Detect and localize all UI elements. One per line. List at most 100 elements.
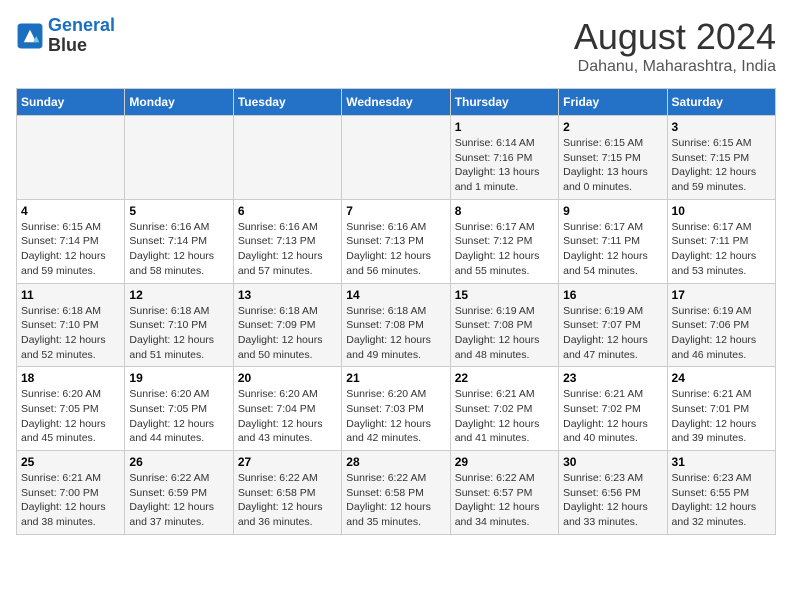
day-header-saturday: Saturday [667,89,775,116]
calendar-cell: 7Sunrise: 6:16 AM Sunset: 7:13 PM Daylig… [342,199,450,283]
day-info: Sunrise: 6:20 AM Sunset: 7:05 PM Dayligh… [129,387,228,446]
day-number: 31 [672,455,771,469]
day-number: 13 [238,288,337,302]
title-block: August 2024 Dahanu, Maharashtra, India [574,16,776,76]
calendar-cell: 21 Sunrise: 6:20 AM Sunset: 7:03 PM Dayli… [342,367,450,451]
calendar-cell: 5 Sunrise: 6:16 AM Sunset: 7:14 PM Daylig… [125,199,233,283]
day-number: 9 [563,204,662,218]
calendar-week-row: 1 Sunrise: 6:14 AM Sunset: 7:16 PM Daylig… [17,116,776,200]
calendar-cell: 23 Sunrise: 6:21 AM Sunset: 7:02 PM Dayli… [559,367,667,451]
day-number: 6 [238,204,337,218]
day-info: Sunrise: 6:17 AM Sunset: 7:12 PM Dayligh… [455,220,554,279]
day-number: 27 [238,455,337,469]
day-number: 29 [455,455,554,469]
calendar-cell: 18Sunrise: 6:20 AM Sunset: 7:05 PM Dayli… [17,367,125,451]
calendar-cell: 19 Sunrise: 6:20 AM Sunset: 7:05 PM Dayli… [125,367,233,451]
day-info: Sunrise: 6:22 AM Sunset: 6:59 PM Dayligh… [129,471,228,530]
logo-line1: General [48,15,115,35]
day-info: Sunrise: 6:16 AM Sunset: 7:13 PM Dayligh… [238,220,337,279]
day-number: 7 [346,204,445,218]
day-number: 23 [563,371,662,385]
calendar-cell: 24Sunrise: 6:21 AM Sunset: 7:01 PM Dayli… [667,367,775,451]
location: Dahanu, Maharashtra, India [574,58,776,76]
day-number: 10 [672,204,771,218]
calendar-cell: 16Sunrise: 6:19 AM Sunset: 7:07 PM Dayli… [559,283,667,367]
calendar-cell: 26 Sunrise: 6:22 AM Sunset: 6:59 PM Dayli… [125,451,233,535]
day-number: 14 [346,288,445,302]
calendar-cell: 17 Sunrise: 6:19 AM Sunset: 7:06 PM Dayli… [667,283,775,367]
day-info: Sunrise: 6:18 AM Sunset: 7:10 PM Dayligh… [21,304,120,363]
day-info: Sunrise: 6:21 AM Sunset: 7:00 PM Dayligh… [21,471,120,530]
day-number: 26 [129,455,228,469]
calendar-cell: 14 Sunrise: 6:18 AM Sunset: 7:08 PM Dayli… [342,283,450,367]
day-number: 19 [129,371,228,385]
page-header: General Blue August 2024 Dahanu, Maharas… [16,16,776,76]
calendar-cell: 29Sunrise: 6:22 AM Sunset: 6:57 PM Dayli… [450,451,558,535]
day-number: 25 [21,455,120,469]
calendar-week-row: 11 Sunrise: 6:18 AM Sunset: 7:10 PM Dayli… [17,283,776,367]
calendar-cell: 30 Sunrise: 6:23 AM Sunset: 6:56 PM Dayli… [559,451,667,535]
day-info: Sunrise: 6:15 AM Sunset: 7:15 PM Dayligh… [672,136,771,195]
day-info: Sunrise: 6:18 AM Sunset: 7:08 PM Dayligh… [346,304,445,363]
day-info: Sunrise: 6:14 AM Sunset: 7:16 PM Dayligh… [455,136,554,195]
calendar-cell [17,116,125,200]
calendar-cell: 4Sunrise: 6:15 AM Sunset: 7:14 PM Daylig… [17,199,125,283]
day-number: 22 [455,371,554,385]
day-number: 12 [129,288,228,302]
day-number: 1 [455,120,554,134]
month-year: August 2024 [574,16,776,58]
calendar-cell: 8 Sunrise: 6:17 AM Sunset: 7:12 PM Daylig… [450,199,558,283]
calendar-cell: 28 Sunrise: 6:22 AM Sunset: 6:58 PM Dayli… [342,451,450,535]
calendar-cell: 6 Sunrise: 6:16 AM Sunset: 7:13 PM Daylig… [233,199,341,283]
calendar-table: SundayMondayTuesdayWednesdayThursdayFrid… [16,88,776,535]
calendar-cell: 31 Sunrise: 6:23 AM Sunset: 6:55 PM Dayli… [667,451,775,535]
calendar-cell: 25 Sunrise: 6:21 AM Sunset: 7:00 PM Dayli… [17,451,125,535]
day-number: 20 [238,371,337,385]
calendar-week-row: 25 Sunrise: 6:21 AM Sunset: 7:00 PM Dayli… [17,451,776,535]
day-number: 8 [455,204,554,218]
day-number: 17 [672,288,771,302]
day-header-wednesday: Wednesday [342,89,450,116]
day-info: Sunrise: 6:22 AM Sunset: 6:58 PM Dayligh… [346,471,445,530]
calendar-cell: 9 Sunrise: 6:17 AM Sunset: 7:11 PM Daylig… [559,199,667,283]
day-info: Sunrise: 6:23 AM Sunset: 6:56 PM Dayligh… [563,471,662,530]
day-info: Sunrise: 6:21 AM Sunset: 7:01 PM Dayligh… [672,387,771,446]
day-header-tuesday: Tuesday [233,89,341,116]
day-info: Sunrise: 6:20 AM Sunset: 7:04 PM Dayligh… [238,387,337,446]
day-info: Sunrise: 6:19 AM Sunset: 7:08 PM Dayligh… [455,304,554,363]
day-number: 3 [672,120,771,134]
day-info: Sunrise: 6:21 AM Sunset: 7:02 PM Dayligh… [563,387,662,446]
calendar-cell: 27 Sunrise: 6:22 AM Sunset: 6:58 PM Dayli… [233,451,341,535]
day-info: Sunrise: 6:18 AM Sunset: 7:09 PM Dayligh… [238,304,337,363]
day-info: Sunrise: 6:16 AM Sunset: 7:14 PM Dayligh… [129,220,228,279]
day-info: Sunrise: 6:17 AM Sunset: 7:11 PM Dayligh… [563,220,662,279]
day-info: Sunrise: 6:22 AM Sunset: 6:58 PM Dayligh… [238,471,337,530]
day-number: 28 [346,455,445,469]
calendar-cell: 3 Sunrise: 6:15 AM Sunset: 7:15 PM Daylig… [667,116,775,200]
day-info: Sunrise: 6:15 AM Sunset: 7:14 PM Dayligh… [21,220,120,279]
calendar-cell: 10Sunrise: 6:17 AM Sunset: 7:11 PM Dayli… [667,199,775,283]
day-number: 5 [129,204,228,218]
calendar-cell [342,116,450,200]
day-info: Sunrise: 6:23 AM Sunset: 6:55 PM Dayligh… [672,471,771,530]
calendar-cell: 11 Sunrise: 6:18 AM Sunset: 7:10 PM Dayli… [17,283,125,367]
calendar-week-row: 18Sunrise: 6:20 AM Sunset: 7:05 PM Dayli… [17,367,776,451]
day-header-sunday: Sunday [17,89,125,116]
calendar-cell [125,116,233,200]
day-number: 11 [21,288,120,302]
day-number: 21 [346,371,445,385]
logo-icon [16,22,44,50]
day-number: 2 [563,120,662,134]
day-number: 30 [563,455,662,469]
calendar-cell [233,116,341,200]
day-header-friday: Friday [559,89,667,116]
calendar-cell: 22Sunrise: 6:21 AM Sunset: 7:02 PM Dayli… [450,367,558,451]
calendar-cell: 12 Sunrise: 6:18 AM Sunset: 7:10 PM Dayli… [125,283,233,367]
day-header-thursday: Thursday [450,89,558,116]
day-info: Sunrise: 6:18 AM Sunset: 7:10 PM Dayligh… [129,304,228,363]
day-header-monday: Monday [125,89,233,116]
day-number: 15 [455,288,554,302]
day-info: Sunrise: 6:19 AM Sunset: 7:06 PM Dayligh… [672,304,771,363]
day-info: Sunrise: 6:15 AM Sunset: 7:15 PM Dayligh… [563,136,662,195]
day-info: Sunrise: 6:20 AM Sunset: 7:03 PM Dayligh… [346,387,445,446]
